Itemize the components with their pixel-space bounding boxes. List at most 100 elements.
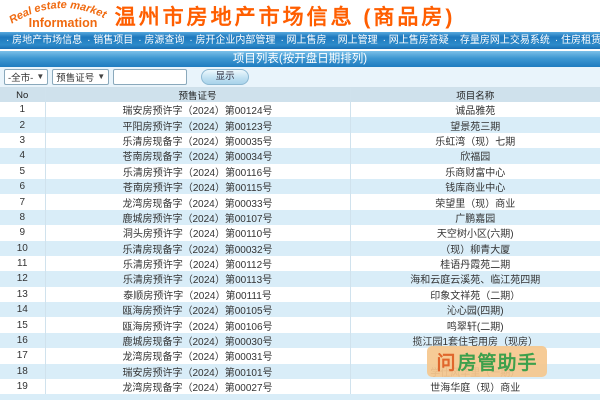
row-number: 18 [16,365,28,377]
row-number: 8 [19,211,26,223]
permit-number: 瓯海房预许字（2024）第00106号 [44,317,350,333]
table-row[interactable]: 9 洞头房预许字（2024）第00110号 天空树小区(六期) [0,225,600,241]
table-row[interactable]: 13 泰顺房预许字（2024）第00111号 印象文祥苑（二期） [0,286,600,303]
table-row[interactable]: 10 乐清房现备字（2024）第00032号 （现）柳青大厦 [0,240,600,256]
permit-number: 平阳房预许字（2024）第00123号 [44,117,350,133]
permit-number: 龙湾房现备字（2024）第00033号 [44,194,350,210]
permit-number: 鹿城房预许字（2024）第00107号 [44,209,350,226]
project-name: 欣福园 [349,148,600,164]
search-input[interactable] [113,69,188,85]
project-table: No 预售证号 项目名称 1 瑞安房预许字（2024）第00124号 诚品雅苑 2 平阳… [0,88,600,395]
list-title: 项目列表(按开盘日期排列) [0,51,600,67]
table-row[interactable]: 12 乐清房预许字（2024）第00113号 海和云庭云溪苑、临江苑四期 [0,271,600,287]
table-row[interactable]: 8 鹿城房预许字（2024）第00107号 广鹏嘉园 [0,209,600,226]
table-row[interactable]: 3 乐清房现备字（2024）第00035号 乐虹湾（现）七期 [0,132,600,149]
row-number: 14 [16,304,28,316]
city-select-value: -全市- [8,73,34,84]
project-name: 揽江园1套住宅用房（现房） [349,332,600,349]
top-header: Real estate market Information 温州市房地产市场信… [0,0,600,32]
row-number: 15 [16,319,28,331]
project-name: 世海华庭（现）商业 [349,379,600,395]
table-row[interactable]: 15 瓯海房预许字（2024）第00106号 鸣翠轩(二期) [0,317,600,333]
table-row[interactable]: 4 苍南房现备字（2024）第00034号 欣福园 [0,148,600,164]
partial-next-row [0,394,600,400]
nav-item[interactable]: 房地产市场信息 [6,35,82,46]
city-select[interactable]: -全市- ▼ [4,69,49,85]
show-button[interactable]: 显示 [201,69,250,85]
search-field-select[interactable]: 预售证号 ▼ [52,69,110,85]
row-number: 5 [19,165,26,177]
table-row[interactable]: 2 平阳房预许字（2024）第00123号 望景苑三期 [0,117,600,133]
permit-number: 乐清房现备字（2024）第00035号 [44,132,350,149]
table-row[interactable]: 5 乐清房预许字（2024）第00116号 乐商财富中心 [0,163,600,179]
project-name: 乐虹湾（现）七期 [349,132,600,149]
column-header-permit: 预售证号 [44,88,350,102]
nav-item[interactable]: 销售项目 [87,35,133,46]
row-number: 17 [16,350,28,362]
row-number: 9 [19,227,26,239]
chevron-down-icon: ▼ [97,72,106,81]
permit-number: 乐清房现备字（2024）第00032号 [44,240,350,256]
permit-number: 苍南房预许字（2024）第00115号 [44,178,350,195]
project-name: 海和云庭云溪苑、临江苑四期 [349,271,600,287]
permit-number: 泰顺房预许字（2024）第00111号 [44,286,350,303]
permit-number: 龙湾房现备字（2024）第00027号 [44,379,350,395]
permit-number: 瓯海房预许字（2024）第00105号 [44,302,350,318]
table-row[interactable]: 14 瓯海房预许字（2024）第00105号 沁心园(四期) [0,302,600,318]
project-name: 鸣翠轩(二期) [349,317,600,333]
table-row[interactable]: 17 龙湾房现备字（2024）第00031号 [0,348,600,364]
permit-number: 瑞安房预许字（2024）第00101号 [44,363,350,380]
row-number: 2 [19,119,26,131]
row-number: 1 [19,104,26,116]
project-name: 沁心园(四期) [349,302,600,318]
row-number: 16 [16,335,28,347]
search-field-select-value: 预售证号 [56,73,95,84]
table-row[interactable]: 1 瑞安房预许字（2024）第00124号 诚品雅苑 [0,102,600,118]
project-table-body: 1 瑞安房预许字（2024）第00124号 诚品雅苑 2 平阳房预许字（2024）第00… [0,102,600,395]
permit-number: 鹿城房现备字（2024）第00030号 [44,332,350,349]
nav-item[interactable]: 房开企业内部管理 [189,35,275,46]
table-row[interactable]: 19 龙湾房现备字（2024）第00027号 世海华庭（现）商业 [0,379,600,395]
nav-item[interactable]: 网上管理 [332,35,378,46]
permit-number: 洞头房预许字（2024）第00110号 [44,225,350,241]
table-header-row: No 预售证号 项目名称 [0,88,600,102]
nav-item[interactable]: 存量房网上交易系统 [454,35,550,46]
permit-number: 瑞安房预许字（2024）第00124号 [44,102,350,118]
filter-bar: -全市- ▼ 预售证号 ▼ 显示 [0,67,600,88]
column-header-no: No [0,88,45,102]
nav-item[interactable]: 住房租赁管理系统 [555,35,600,46]
table-row[interactable]: 11 乐清房预许字（2024）第00112号 桂语丹霞苑二期 [0,255,600,272]
project-name: 广鹏嘉园 [349,209,600,226]
row-number: 19 [16,381,28,393]
table-row[interactable]: 18 瑞安房预许字（2024）第00101号 学仕风华里（一期） [0,363,600,380]
permit-number: 苍南房现备字（2024）第00034号 [44,148,350,164]
project-name: 乐商财富中心 [349,163,600,179]
logo-sub-text: Information [29,16,98,30]
row-number: 10 [16,242,28,254]
permit-number: 乐清房预许字（2024）第00113号 [44,271,350,287]
project-name: 诚品雅苑 [349,102,600,118]
table-row[interactable]: 6 苍南房预许字（2024）第00115号 钱库商业中心 [0,178,600,195]
permit-number: 乐清房预许字（2024）第00112号 [44,255,350,272]
row-number: 4 [19,150,26,162]
row-number: 6 [19,181,26,193]
nav-item[interactable]: 网上售房 [280,35,326,46]
page-title: 温州市房地产市场信息 (商品房) [114,6,456,29]
chevron-down-icon: ▼ [36,72,45,81]
nav-item[interactable]: 房源查询 [138,35,184,46]
project-name: 望景苑三期 [349,117,600,133]
page: Real estate market Information 温州市房地产市场信… [0,0,600,400]
column-header-name: 项目名称 [349,88,600,102]
permit-number: 乐清房预许字（2024）第00116号 [44,163,350,179]
table-row[interactable]: 16 鹿城房现备字（2024）第00030号 揽江园1套住宅用房（现房） [0,332,600,349]
permit-number: 龙湾房现备字（2024）第00031号 [44,348,350,364]
table-row[interactable]: 7 龙湾房现备字（2024）第00033号 荣望里（现）商业 [0,194,600,210]
row-number: 11 [17,258,28,270]
nav-item[interactable]: 网上售房答疑 [383,35,449,46]
project-name: （现）柳青大厦 [349,240,600,256]
project-name: 印象文祥苑（二期） [349,286,600,303]
project-name: 荣望里（现）商业 [349,194,600,210]
project-name: 天空树小区(六期) [349,225,600,241]
row-number: 13 [16,288,28,300]
nav-menu: 房地产市场信息销售项目房源查询房开企业内部管理网上售房网上管理网上售房答疑存量房… [0,32,600,49]
